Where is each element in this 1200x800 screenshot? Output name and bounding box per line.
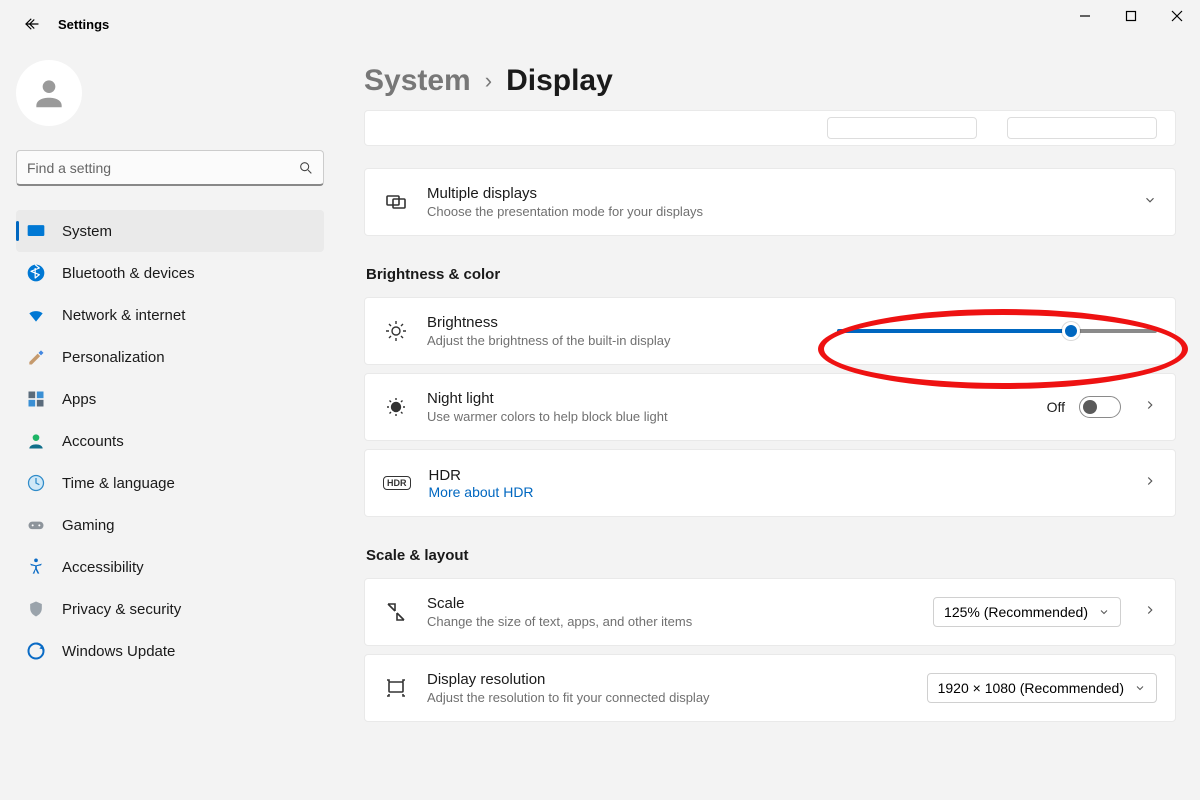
multiple-displays-icon (383, 189, 409, 215)
page-title: Display (506, 64, 613, 98)
scale-value: 125% (Recommended) (944, 604, 1088, 620)
chevron-right-icon: › (485, 68, 492, 94)
section-heading-scale: Scale & layout (366, 547, 1176, 564)
nav-item-gaming[interactable]: Gaming (16, 504, 324, 546)
nav-label: Bluetooth & devices (62, 265, 195, 282)
nav-label: Time & language (62, 475, 175, 492)
person-icon (30, 74, 68, 112)
window-close-button[interactable] (1154, 0, 1200, 32)
window-minimize-button[interactable] (1062, 0, 1108, 32)
clock-globe-icon (26, 473, 46, 493)
nav-item-bluetooth[interactable]: Bluetooth & devices (16, 252, 324, 294)
scale-dropdown[interactable]: 125% (Recommended) (933, 597, 1121, 627)
card-title: Display resolution (427, 671, 909, 688)
paintbrush-icon (26, 347, 46, 367)
nav-label: Personalization (62, 349, 165, 366)
brightness-card: Brightness Adjust the brightness of the … (364, 297, 1176, 365)
gamepad-icon (26, 515, 46, 535)
nav-item-network[interactable]: Network & internet (16, 294, 324, 336)
nav-label: Gaming (62, 517, 115, 534)
account-icon (26, 431, 46, 451)
nav-label: Accounts (62, 433, 124, 450)
chevron-right-icon (1143, 603, 1157, 622)
nav-label: Windows Update (62, 643, 175, 660)
search-field[interactable] (16, 150, 324, 186)
app-title: Settings (58, 17, 109, 32)
scale-card[interactable]: Scale Change the size of text, apps, and… (364, 578, 1176, 646)
chevron-right-icon (1143, 398, 1157, 417)
bluetooth-icon (26, 263, 46, 283)
nav-item-apps[interactable]: Apps (16, 378, 324, 420)
resolution-dropdown[interactable]: 1920 × 1080 (Recommended) (927, 673, 1157, 703)
user-avatar[interactable] (16, 60, 82, 126)
night-light-toggle[interactable] (1079, 396, 1121, 418)
apps-icon (26, 389, 46, 409)
nav-item-personalization[interactable]: Personalization (16, 336, 324, 378)
card-subtitle: Use warmer colors to help block blue lig… (427, 409, 1029, 424)
card-subtitle: Adjust the brightness of the built-in di… (427, 333, 819, 348)
card-subtitle: Choose the presentation mode for your di… (427, 204, 1117, 219)
shield-icon (26, 599, 46, 619)
card-subtitle: Adjust the resolution to fit your connec… (427, 690, 909, 705)
nav-label: Privacy & security (62, 601, 181, 618)
nav-label: Network & internet (62, 307, 185, 324)
wifi-icon (26, 305, 46, 325)
nav-label: Accessibility (62, 559, 144, 576)
chevron-down-icon (1098, 606, 1110, 618)
chevron-down-icon (1134, 682, 1146, 694)
button-stub[interactable] (827, 117, 977, 139)
update-icon (26, 641, 46, 661)
card-title: Scale (427, 595, 915, 612)
accessibility-icon (26, 557, 46, 577)
back-button[interactable] (12, 4, 52, 44)
card-title: Multiple displays (427, 185, 1117, 202)
nav-item-accounts[interactable]: Accounts (16, 420, 324, 462)
breadcrumb: System › Display (364, 64, 1176, 98)
window-maximize-button[interactable] (1108, 0, 1154, 32)
nav-item-accessibility[interactable]: Accessibility (16, 546, 324, 588)
nav-label: System (62, 223, 112, 240)
card-title: Night light (427, 390, 1029, 407)
night-light-icon (383, 394, 409, 420)
multiple-displays-card[interactable]: Multiple displays Choose the presentatio… (364, 168, 1176, 236)
identify-detect-card-partial (364, 110, 1176, 146)
nav-item-windows-update[interactable]: Windows Update (16, 630, 324, 672)
resolution-icon (383, 675, 409, 701)
brightness-icon (383, 318, 409, 344)
card-subtitle: Change the size of text, apps, and other… (427, 614, 915, 629)
nav-item-privacy[interactable]: Privacy & security (16, 588, 324, 630)
section-heading-brightness: Brightness & color (366, 266, 1176, 283)
button-stub[interactable] (1007, 117, 1157, 139)
search-icon (298, 160, 314, 176)
chevron-down-icon (1143, 193, 1157, 212)
hdr-more-link[interactable]: More about HDR (429, 484, 1118, 500)
search-input[interactable] (16, 150, 324, 186)
toggle-state-label: Off (1047, 399, 1065, 415)
card-title: Brightness (427, 314, 819, 331)
chevron-right-icon (1143, 474, 1157, 493)
nav-label: Apps (62, 391, 96, 408)
resolution-value: 1920 × 1080 (Recommended) (938, 680, 1124, 696)
nav-item-time-language[interactable]: Time & language (16, 462, 324, 504)
card-title: HDR (429, 467, 1118, 484)
night-light-card[interactable]: Night light Use warmer colors to help bl… (364, 373, 1176, 441)
nav-item-system[interactable]: System (16, 210, 324, 252)
brightness-slider[interactable] (837, 321, 1157, 341)
hdr-icon: HDR (383, 476, 411, 490)
breadcrumb-parent[interactable]: System (364, 64, 471, 98)
hdr-card[interactable]: HDR HDR More about HDR (364, 449, 1176, 517)
scale-icon (383, 599, 409, 625)
display-icon (26, 221, 46, 241)
resolution-card[interactable]: Display resolution Adjust the resolution… (364, 654, 1176, 722)
